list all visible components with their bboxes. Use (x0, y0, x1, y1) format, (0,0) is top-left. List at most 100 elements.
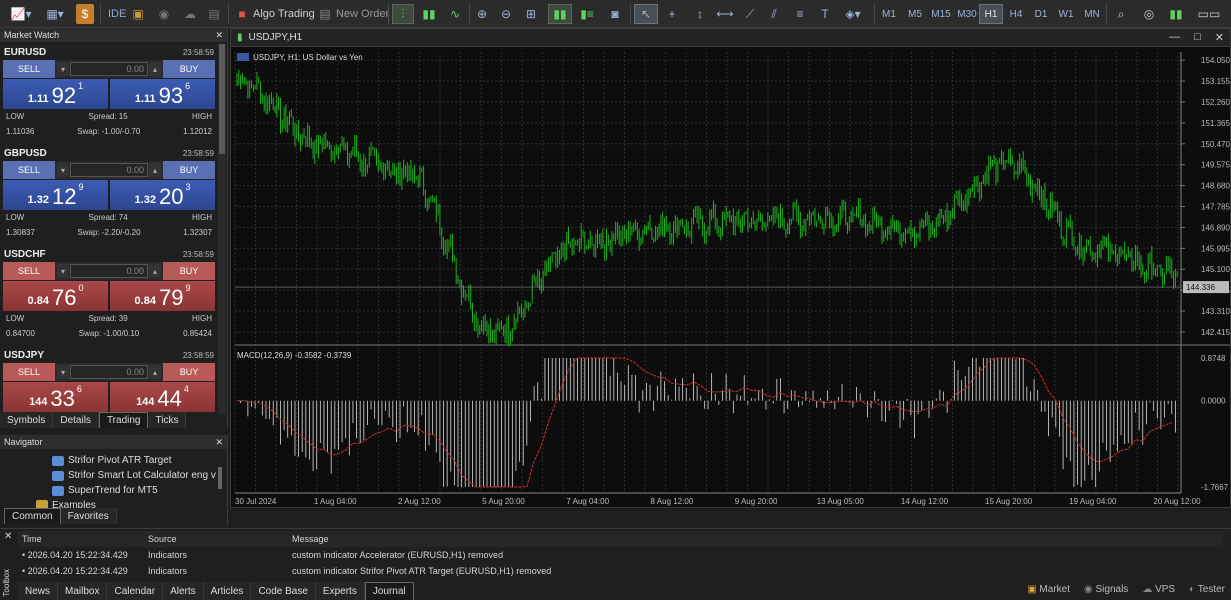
column-message[interactable]: Message (292, 534, 1223, 544)
tab-journal[interactable]: Journal (364, 582, 414, 600)
lot-decrease-icon[interactable]: ▾ (57, 264, 69, 278)
lot-input[interactable]: 0.00 (70, 365, 148, 379)
tf-mn[interactable]: MN (1080, 4, 1104, 24)
chart-shift-icon[interactable]: ▮≡ (576, 4, 598, 24)
chart-type-icon[interactable]: 📈▾ (6, 4, 36, 24)
column-time[interactable]: Time (18, 534, 148, 544)
tf-m30[interactable]: M30 (954, 4, 980, 24)
lock-icon[interactable]: ▣ (130, 4, 146, 24)
tab-favorites[interactable]: Favorites (60, 508, 117, 524)
sell-button[interactable]: SELL (3, 363, 55, 381)
calculator-icon[interactable]: ▤ (206, 4, 222, 24)
status-signals[interactable]: ◉ Signals (1084, 584, 1128, 595)
shapes-icon[interactable]: ◈▾ (838, 4, 868, 24)
cursor-icon[interactable]: ↖ (634, 4, 658, 24)
channel-icon[interactable]: ⫽ (764, 4, 784, 24)
tf-h1[interactable]: H1 (979, 4, 1003, 24)
buy-button[interactable]: BUY (163, 161, 215, 179)
lot-decrease-icon[interactable]: ▾ (57, 163, 69, 177)
close-icon[interactable]: ✕ (215, 30, 223, 41)
fibonacci-icon[interactable]: ≡ (790, 4, 810, 24)
chart-close-icon[interactable]: ✕ (1215, 31, 1224, 44)
tab-symbols[interactable]: Symbols (0, 412, 54, 428)
nav-item[interactable]: Examples (36, 500, 96, 508)
bid-quote[interactable]: 144 33 6 (3, 382, 108, 412)
tab-experts[interactable]: Experts (315, 582, 365, 600)
tf-m5[interactable]: M5 (903, 4, 927, 24)
line-chart-icon[interactable]: ∿ (444, 4, 466, 24)
sell-button[interactable]: SELL (3, 161, 55, 179)
timeframe-chart-icon[interactable]: ▦▾ (40, 4, 70, 24)
bid-quote[interactable]: 1.11 92 1 (3, 79, 108, 109)
tab-mailbox[interactable]: Mailbox (58, 582, 108, 600)
tab-news[interactable]: News (18, 582, 59, 600)
tf-h4[interactable]: H4 (1004, 4, 1028, 24)
tab-alerts[interactable]: Alerts (163, 582, 204, 600)
sell-button[interactable]: SELL (3, 60, 55, 78)
minimize-icon[interactable]: — (1169, 31, 1180, 44)
ask-quote[interactable]: 144 44 4 (110, 382, 215, 412)
tf-m1[interactable]: M1 (877, 4, 901, 24)
status-tester[interactable]: ◐ Tester (1189, 584, 1225, 595)
search-icon[interactable]: ⌕ (1112, 4, 1130, 24)
tab-ticks[interactable]: Ticks (148, 412, 187, 428)
lot-input[interactable]: 0.00 (70, 163, 148, 177)
price-chart[interactable]: 154.050 153.155 152.260 151.365 150.470 149.5… (231, 48, 1230, 508)
dollar-icon[interactable]: $ (76, 4, 94, 24)
zoom-in-icon[interactable]: ⊕ (472, 4, 492, 24)
sell-button[interactable]: SELL (3, 262, 55, 280)
new-order-button[interactable]: New Order (336, 4, 389, 24)
candlestick-icon[interactable]: ▮▮ (418, 4, 440, 24)
tab-code-base[interactable]: Code Base (251, 582, 316, 600)
ide-button[interactable]: IDE (108, 4, 126, 24)
text-icon[interactable]: T (816, 4, 834, 24)
ask-quote[interactable]: 1.32 20 3 (110, 180, 215, 210)
signal-icon[interactable]: ◉ (156, 4, 172, 24)
algo-trading-button[interactable]: Algo Trading (253, 4, 315, 24)
bid-quote[interactable]: 1.32 12 9 (3, 180, 108, 210)
bid-quote[interactable]: 0.84 76 0 (3, 281, 108, 311)
bar-chart-icon[interactable]: ⫶ (392, 4, 414, 24)
buy-button[interactable]: BUY (163, 60, 215, 78)
new-order-icon[interactable]: ▤ (318, 4, 332, 24)
nav-item[interactable]: SuperTrend for MT5 (52, 485, 158, 496)
market-watch-scrollbar[interactable] (218, 44, 226, 414)
lot-increase-icon[interactable]: ▴ (149, 62, 161, 76)
lot-input[interactable]: 0.00 (70, 62, 148, 76)
tab-articles[interactable]: Articles (203, 582, 252, 600)
zoom-out-icon[interactable]: ⊖ (496, 4, 516, 24)
lot-increase-icon[interactable]: ▴ (149, 264, 161, 278)
status-market[interactable]: ▣ Market (1027, 584, 1070, 595)
horizontal-line-icon[interactable]: ⟷ (714, 4, 736, 24)
grid-icon[interactable]: ⊞ (520, 4, 542, 24)
table-row[interactable]: • 2026.04.20 15:22:34.429 Indicators custo… (18, 563, 1223, 579)
buy-button[interactable]: BUY (163, 262, 215, 280)
tf-w1[interactable]: W1 (1054, 4, 1078, 24)
tab-calendar[interactable]: Calendar (107, 582, 164, 600)
crosshair-icon[interactable]: + (662, 4, 682, 24)
maximize-icon[interactable]: □ (1194, 31, 1201, 44)
cloud-icon[interactable]: ☁ (180, 4, 200, 24)
connection-icon[interactable]: ▮▮ (1166, 4, 1186, 24)
lot-decrease-icon[interactable]: ▾ (57, 62, 69, 76)
nav-item[interactable]: Strifor Smart Lot Calculator eng v (52, 470, 216, 481)
lot-decrease-icon[interactable]: ▾ (57, 365, 69, 379)
tab-details[interactable]: Details (53, 412, 99, 428)
trendline-icon[interactable]: ⟋ (740, 4, 760, 24)
lot-input[interactable]: 0.00 (70, 264, 148, 278)
vertical-line-icon[interactable]: ↕ (690, 4, 710, 24)
account-icon[interactable]: ◎ (1140, 4, 1158, 24)
lot-increase-icon[interactable]: ▴ (149, 163, 161, 177)
buy-button[interactable]: BUY (163, 363, 215, 381)
algo-trading-icon[interactable]: ■ (236, 4, 248, 24)
column-source[interactable]: Source (148, 534, 292, 544)
toolbox-close-icon[interactable]: ✕ (4, 531, 12, 542)
menu-icon[interactable]: ▭▭ (1192, 4, 1226, 24)
table-row[interactable]: • 2026.04.20 15:22:34.429 Indicators custo… (18, 547, 1223, 563)
ask-quote[interactable]: 0.84 79 9 (110, 281, 215, 311)
nav-item[interactable]: Strifor Pivot ATR Target (52, 455, 172, 466)
navigator-close-icon[interactable]: ✕ (215, 437, 223, 448)
lot-increase-icon[interactable]: ▴ (149, 365, 161, 379)
tab-common[interactable]: Common (4, 508, 61, 524)
autoscroll-icon[interactable]: ▮▮ (548, 4, 572, 24)
